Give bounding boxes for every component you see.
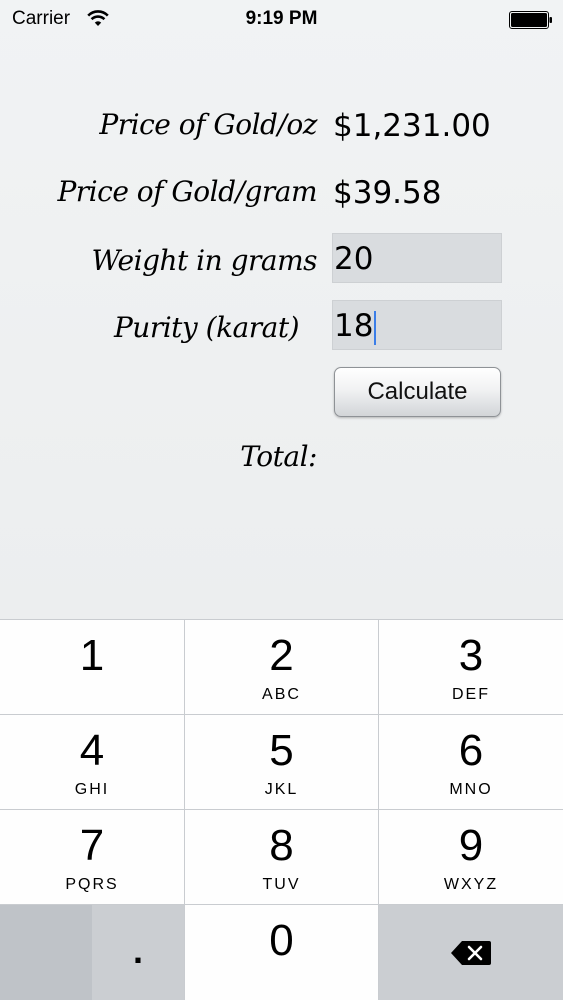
key-3[interactable]: 3 DEF	[379, 620, 563, 714]
key-6-digit: 6	[458, 726, 484, 775]
key-1[interactable]: 1	[0, 620, 184, 714]
key-6-letters: MNO	[449, 781, 493, 798]
purity-input-value: 18	[334, 308, 374, 344]
key-5[interactable]: 5 JKL	[185, 715, 378, 809]
key-4[interactable]: 4 GHI	[0, 715, 184, 809]
key-0-digit: 0	[269, 916, 294, 965]
delete-backspace-icon	[451, 941, 491, 965]
key-0[interactable]: 0	[185, 905, 378, 1000]
price-oz-value: $1,231.00	[333, 108, 491, 144]
key-4-letters: GHI	[74, 781, 110, 798]
key-2-digit: 2	[269, 631, 294, 680]
weight-input-value: 20	[334, 241, 374, 277]
key-decimal-label: .	[132, 930, 143, 971]
calculate-button[interactable]: Calculate	[334, 367, 501, 417]
purity-input[interactable]: 18	[332, 300, 502, 350]
key-7[interactable]: 7 PQRS	[0, 810, 184, 904]
key-3-letters: DEF	[452, 686, 490, 703]
key-1-digit: 1	[79, 631, 105, 680]
price-gram-value: $39.58	[333, 175, 442, 211]
key-6[interactable]: 6 MNO	[379, 715, 563, 809]
key-delete[interactable]	[379, 905, 563, 1000]
status-time: 9:19 PM	[245, 8, 318, 29]
status-bar: Carrier 9:19 PM	[0, 0, 563, 40]
weight-input[interactable]: 20	[332, 233, 502, 283]
key-2-letters: ABC	[262, 686, 301, 703]
price-oz-label: Price of Gold/oz	[99, 108, 317, 141]
blank-key	[0, 905, 92, 1000]
key-4-digit: 4	[79, 726, 105, 775]
numeric-keypad: 1 2 ABC 3 DEF 4 GHI 5 JKL 6 MNO 7 PQRS 8…	[0, 619, 563, 1000]
total-label: Total:	[240, 440, 317, 473]
key-9-digit: 9	[458, 821, 484, 870]
key-7-digit: 7	[79, 821, 105, 870]
weight-label: Weight in grams	[91, 244, 318, 277]
purity-label: Purity (karat)	[113, 311, 300, 344]
battery-icon	[509, 11, 552, 29]
key-8[interactable]: 8 TUV	[185, 810, 378, 904]
text-cursor	[374, 310, 377, 345]
key-5-letters: JKL	[264, 781, 299, 798]
key-9[interactable]: 9 WXYZ	[379, 810, 563, 904]
key-2[interactable]: 2 ABC	[185, 620, 378, 714]
key-7-letters: PQRS	[65, 876, 119, 893]
key-3-digit: 3	[458, 631, 484, 680]
key-decimal[interactable]: .	[92, 905, 184, 1000]
key-8-digit: 8	[269, 821, 294, 870]
key-8-letters: TUV	[262, 876, 301, 893]
key-9-letters: WXYZ	[443, 876, 499, 893]
price-gram-label: Price of Gold/gram	[57, 175, 317, 208]
key-5-digit: 5	[269, 726, 294, 775]
